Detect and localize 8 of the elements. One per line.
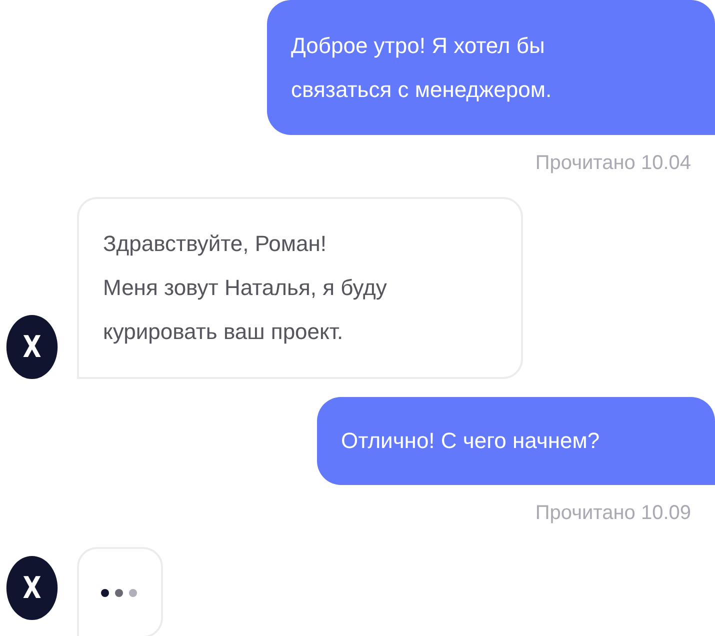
message-bubble: Доброе утро! Я хотел бы связаться с менеджером.	[267, 0, 715, 135]
message-bubble: Отлично! С чего начнем?	[317, 397, 715, 485]
typing-icon	[100, 588, 140, 598]
message-bubble: Здравствуйте, Роман! Меня зовут Наталья, я буду курировать ваш проект.	[77, 197, 523, 379]
avatar: X	[6, 556, 58, 620]
read-status: Прочитано 10.09	[535, 501, 691, 525]
avatar: X	[6, 315, 58, 379]
read-status: Прочитано 10.04	[535, 151, 691, 175]
